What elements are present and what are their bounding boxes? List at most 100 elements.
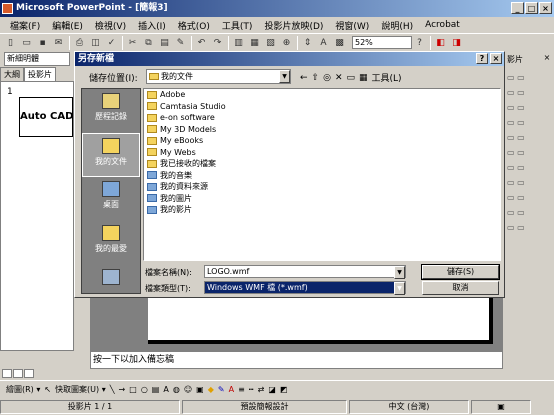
place-desktop[interactable]: 桌面 xyxy=(82,177,140,221)
tools-menu[interactable]: 工具(L) xyxy=(372,71,402,84)
select-arrow-icon[interactable]: ↖ xyxy=(44,385,51,394)
list-item[interactable]: Adobe xyxy=(144,89,500,101)
menu-insert[interactable]: 插入(I) xyxy=(132,19,172,32)
save-button[interactable]: 儲存(S) xyxy=(421,264,500,280)
menu-format[interactable]: 格式(O) xyxy=(172,19,216,32)
list-item[interactable]: My Webs xyxy=(144,147,500,159)
list-item[interactable]: e-on software xyxy=(144,112,500,124)
tab-slides[interactable]: 投影片 xyxy=(24,67,56,81)
list-item[interactable]: 我的影片 xyxy=(144,204,500,216)
sorter-view-button[interactable] xyxy=(13,369,23,378)
shadow-icon[interactable]: ◪ xyxy=(268,385,276,394)
location-select[interactable]: 我的文件 ▼ xyxy=(146,69,291,84)
preview-icon[interactable]: ◫ xyxy=(88,36,103,50)
restore-button[interactable]: □ xyxy=(525,2,538,14)
slide[interactable] xyxy=(148,296,493,344)
print-icon[interactable]: ⎙ xyxy=(72,36,87,50)
draw-menu[interactable]: 繪圖(R) ▾ xyxy=(6,384,40,395)
slideshow-view-button[interactable] xyxy=(24,369,34,378)
slide-thumbnail[interactable]: Auto CAD 實用技 xyxy=(19,97,73,137)
minimize-button[interactable]: _ xyxy=(511,2,524,14)
table-icon[interactable]: ▦ xyxy=(247,36,262,50)
font-select[interactable]: 新細明體 xyxy=(4,52,70,66)
task-pane-item[interactable]: ▭ ▭ xyxy=(507,193,525,208)
wordart-icon[interactable]: A xyxy=(163,385,168,394)
pdf-email-icon[interactable]: ◨ xyxy=(449,36,464,50)
task-pane-item[interactable]: ▭ ▭ xyxy=(507,208,525,223)
clipart-icon[interactable]: ☺ xyxy=(184,385,192,394)
task-pane-item[interactable]: ▭ ▭ xyxy=(507,118,525,133)
dialog-close-button[interactable]: × xyxy=(490,53,502,64)
place-favorites[interactable]: 我的最愛 xyxy=(82,221,140,265)
list-item[interactable]: 我已接收的檔案 xyxy=(144,158,500,170)
chevron-down-icon[interactable]: ▼ xyxy=(394,282,405,295)
dialog-help-button[interactable]: ? xyxy=(476,53,488,64)
new-icon[interactable]: ▯ xyxy=(3,36,18,50)
new-folder-icon[interactable]: ▭ xyxy=(347,73,356,83)
task-pane-item[interactable]: ▭ ▭ xyxy=(507,133,525,148)
views-icon[interactable]: ▦ xyxy=(359,73,368,83)
pdf-icon[interactable]: ◧ xyxy=(433,36,448,50)
3d-icon[interactable]: ◩ xyxy=(280,385,288,394)
list-item[interactable]: My 3D Models xyxy=(144,124,500,136)
chart-icon[interactable]: ▥ xyxy=(231,36,246,50)
rectangle-icon[interactable]: □ xyxy=(129,385,137,394)
paste-icon[interactable]: ▤ xyxy=(157,36,172,50)
open-icon[interactable]: ▭ xyxy=(19,36,34,50)
tab-outline[interactable]: 大綱 xyxy=(0,67,24,81)
close-window-button[interactable]: × xyxy=(539,2,552,14)
help-icon[interactable]: ? xyxy=(412,36,427,50)
filetype-select[interactable]: Windows WMF 檔 (*.wmf) ▼ xyxy=(204,281,406,295)
menu-edit[interactable]: 編輯(E) xyxy=(46,19,89,32)
task-pane-item[interactable]: ▭ ▭ xyxy=(507,148,525,163)
dash-style-icon[interactable]: ┅ xyxy=(249,385,254,394)
format-painter-icon[interactable]: ✎ xyxy=(173,36,188,50)
task-pane-item[interactable]: ▭ ▭ xyxy=(507,73,525,88)
back-icon[interactable]: ← xyxy=(300,73,308,83)
line-style-icon[interactable]: ≡ xyxy=(238,385,245,394)
line-color-icon[interactable]: ✎ xyxy=(218,385,225,394)
undo-icon[interactable]: ↶ xyxy=(194,36,209,50)
menu-window[interactable]: 視窗(W) xyxy=(329,19,375,32)
place-my-documents[interactable]: 我的文件 xyxy=(82,133,140,177)
up-folder-icon[interactable]: ⇧ xyxy=(312,73,320,83)
expand-icon[interactable]: ⇕ xyxy=(300,36,315,50)
copy-icon[interactable]: ⧉ xyxy=(141,36,156,50)
menu-help[interactable]: 說明(H) xyxy=(375,19,419,32)
list-item[interactable]: My eBooks xyxy=(144,135,500,147)
chevron-down-icon[interactable]: ▼ xyxy=(394,266,405,279)
font-color-icon[interactable]: A xyxy=(229,385,234,394)
email-icon[interactable]: ✉ xyxy=(51,36,66,50)
normal-view-button[interactable] xyxy=(2,369,12,378)
delete-icon[interactable]: ✕ xyxy=(335,73,343,83)
filename-field[interactable]: LOGO.wmf ▼ xyxy=(204,265,406,279)
task-pane-close-button[interactable]: × xyxy=(542,53,552,63)
place-history[interactable]: 歷程記錄 xyxy=(82,89,140,133)
zoom-select[interactable]: 52% xyxy=(352,36,412,49)
columns-icon[interactable]: ▧ xyxy=(263,36,278,50)
fill-color-icon[interactable]: ◆ xyxy=(208,385,214,394)
save-icon[interactable]: ▪ xyxy=(35,36,50,50)
line-icon[interactable]: ╲ xyxy=(110,385,115,394)
spellcheck-icon[interactable]: ✓ xyxy=(104,36,119,50)
hyperlink-icon[interactable]: ⊕ xyxy=(279,36,294,50)
menu-tools[interactable]: 工具(T) xyxy=(216,19,259,32)
list-item[interactable]: Camtasia Studio xyxy=(144,101,500,113)
notes-pane[interactable]: 按一下以加入備忘稿 xyxy=(90,351,503,369)
menu-file[interactable]: 檔案(F) xyxy=(4,19,46,32)
search-web-icon[interactable]: ◎ xyxy=(323,73,331,83)
menu-slideshow[interactable]: 投影片放映(D) xyxy=(258,19,329,32)
chevron-down-icon[interactable]: ▼ xyxy=(279,70,290,83)
menu-view[interactable]: 檢視(V) xyxy=(89,19,132,32)
task-pane-item[interactable]: ▭ ▭ xyxy=(507,223,525,238)
task-pane-item[interactable]: ▭ ▭ xyxy=(507,103,525,118)
textbox-icon[interactable]: ▤ xyxy=(152,385,160,394)
autoshapes-menu[interactable]: 快取圖案(U) ▾ xyxy=(55,384,106,395)
list-item[interactable]: 我的音樂 xyxy=(144,170,500,182)
arrow-style-icon[interactable]: ⇄ xyxy=(258,385,265,394)
task-pane-item[interactable]: ▭ ▭ xyxy=(507,88,525,103)
list-item[interactable]: 我的資料來源 xyxy=(144,181,500,193)
oval-icon[interactable]: ○ xyxy=(141,385,148,394)
diagram-icon[interactable]: ◍ xyxy=(173,385,180,394)
arrow-icon[interactable]: → xyxy=(119,385,126,394)
